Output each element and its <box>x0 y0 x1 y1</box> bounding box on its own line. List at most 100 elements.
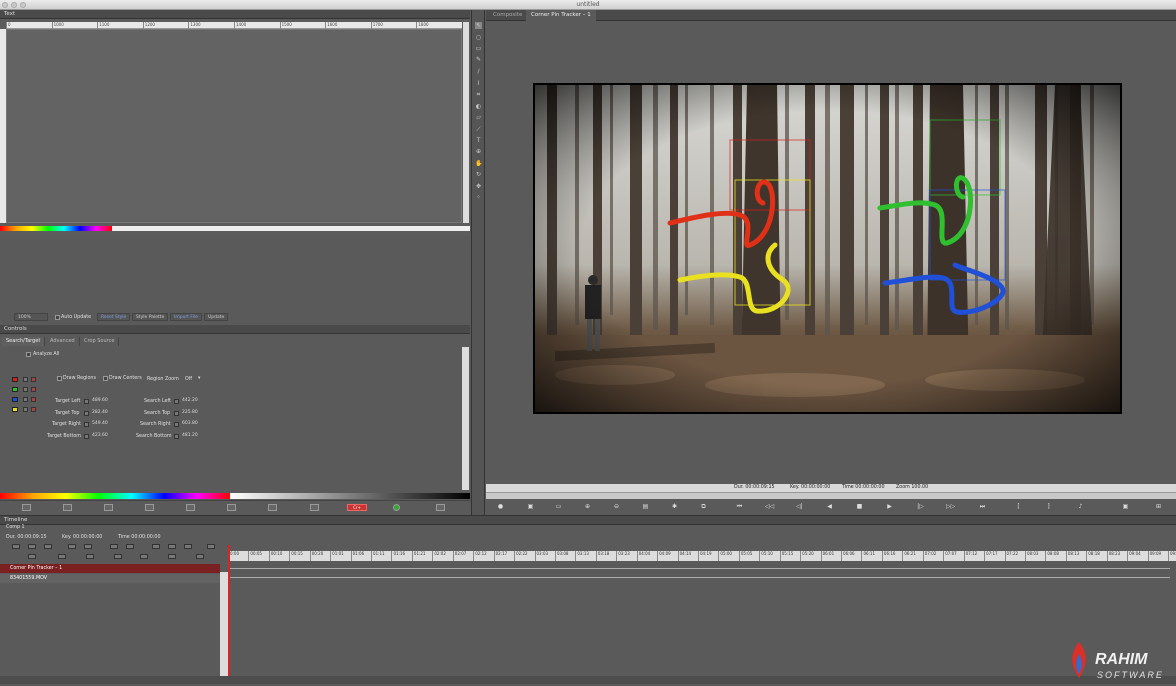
analyze-all-checkbox[interactable] <box>26 352 31 357</box>
controls-tab[interactable]: Controls <box>0 326 27 332</box>
text-tool-icon[interactable]: T <box>475 137 482 144</box>
crop-tool-icon[interactable]: ⌗ <box>475 91 482 98</box>
track-tool-icon[interactable] <box>68 544 76 549</box>
pen-tool-icon[interactable]: ✎ <box>475 56 482 63</box>
tab-crop-source[interactable]: Crop Source <box>80 337 120 346</box>
search-top-value[interactable]: 225.80 <box>182 410 198 415</box>
controls-grey-ramp[interactable] <box>230 493 470 499</box>
auto-update-checkbox[interactable] <box>55 315 60 320</box>
tracker-pin-icon[interactable] <box>23 387 28 392</box>
hand-tool-icon[interactable]: ✋ <box>475 160 482 167</box>
import-file-button[interactable]: Import File <box>170 313 202 321</box>
chevron-down-icon[interactable]: ▾ <box>198 376 200 381</box>
color-record-button[interactable]: Cr+ <box>347 504 367 511</box>
viewer-zoom[interactable]: Zoom 100.00 <box>896 484 928 492</box>
tracker-yellow-chip[interactable] <box>12 407 18 412</box>
tracker-pin-icon[interactable] <box>23 377 28 382</box>
target-bottom-slider[interactable] <box>84 434 89 439</box>
tracker-magnify-icon[interactable] <box>31 387 36 392</box>
stop-icon[interactable]: ■ <box>855 502 864 511</box>
zoom-tool-icon[interactable]: ⊕ <box>475 148 482 155</box>
monitor-icon[interactable] <box>310 504 319 511</box>
track-tool-icon[interactable] <box>207 544 215 549</box>
tracker-pin-icon[interactable] <box>23 397 28 402</box>
text-scrollbar[interactable] <box>463 22 469 223</box>
play-icon[interactable]: ▶ <box>885 502 894 511</box>
mask-icon[interactable] <box>145 504 154 511</box>
controls-scrollbar[interactable] <box>462 347 469 490</box>
safe-area-icon[interactable]: ▭ <box>554 502 563 511</box>
edit-icon[interactable] <box>268 504 277 511</box>
move-tool-icon[interactable]: ✥ <box>475 183 482 190</box>
search-bottom-slider[interactable] <box>174 434 179 439</box>
grid-icon[interactable] <box>22 504 31 511</box>
track-tool-icon[interactable] <box>110 544 118 549</box>
target-right-value[interactable]: 549.40 <box>92 421 108 426</box>
video-frame[interactable] <box>533 83 1122 414</box>
track-tool-icon[interactable] <box>86 554 94 559</box>
rotate-tool-icon[interactable]: ↻ <box>475 171 482 178</box>
tracker-magnify-icon[interactable] <box>31 397 36 402</box>
draw-regions-checkbox[interactable] <box>57 376 62 381</box>
track-tool-icon[interactable] <box>184 544 192 549</box>
viewer-scrub-bar[interactable] <box>486 492 1176 499</box>
channel-icon[interactable]: ▤ <box>641 502 650 511</box>
status-green-icon[interactable] <box>393 504 400 511</box>
timeline-ruler[interactable]: 0:00 00:05 00:10 00:15 00:20 01:01 01:06 01:11 0… <box>228 551 1176 561</box>
track-tool-icon[interactable] <box>44 544 52 549</box>
track-bar[interactable] <box>230 568 1170 569</box>
loop-icon[interactable]: ● <box>496 502 505 511</box>
points-tool-icon[interactable]: ⁘ <box>475 194 482 201</box>
tab-composite[interactable]: Composite <box>488 10 527 21</box>
search-right-value[interactable]: 603.80 <box>182 421 198 426</box>
comp-selector[interactable]: Comp 1 <box>6 525 25 530</box>
controls-color-spectrum[interactable] <box>0 493 230 499</box>
zoom-in-icon[interactable]: ⊕ <box>583 502 592 511</box>
rectangle-tool-icon[interactable]: ▭ <box>475 45 482 52</box>
track-tool-icon[interactable] <box>114 554 122 559</box>
target-bottom-value[interactable]: 423.60 <box>92 433 108 438</box>
track-tool-icon[interactable] <box>12 544 20 549</box>
track-tool-icon[interactable] <box>152 544 160 549</box>
search-bottom-value[interactable]: 481.20 <box>182 433 198 438</box>
target-top-slider[interactable] <box>84 411 89 416</box>
fill-tool-icon[interactable]: ◐ <box>475 103 482 110</box>
track-tool-icon[interactable] <box>28 554 36 559</box>
region-zoom-select[interactable]: Off <box>185 377 192 382</box>
layers-icon[interactable]: ⧉ <box>699 502 708 511</box>
target-right-slider[interactable] <box>84 422 89 427</box>
track-tool-icon[interactable] <box>84 544 92 549</box>
eraser-tool-icon[interactable]: ▱ <box>475 114 482 121</box>
track-footage[interactable]: 83401559.MOV <box>0 574 220 583</box>
text-color-spectrum[interactable] <box>0 226 112 231</box>
tracker-magnify-icon[interactable] <box>31 377 36 382</box>
prev-key-icon[interactable]: ◁◁ <box>765 502 774 511</box>
close-panel-icon[interactable] <box>436 504 445 511</box>
zoom-out-icon[interactable]: ⊖ <box>612 502 621 511</box>
tab-corner-pin-tracker[interactable]: Corner Pin Tracker – 1 <box>526 10 596 21</box>
brush-tool-icon[interactable]: ∕ <box>475 68 482 75</box>
go-end-icon[interactable]: ⏭ <box>978 502 987 511</box>
next-key-icon[interactable]: ▷▷ <box>946 502 955 511</box>
draw-centers-checkbox[interactable] <box>103 376 108 381</box>
style-palette-button[interactable]: Style Palette <box>132 313 169 321</box>
audio-icon[interactable]: ♪ <box>1076 502 1085 511</box>
search-top-slider[interactable] <box>174 411 179 416</box>
layer-icon[interactable] <box>63 504 72 511</box>
tracker-red-chip[interactable] <box>12 377 18 382</box>
next-frame-icon[interactable]: |▷ <box>916 502 925 511</box>
track-tool-icon[interactable] <box>168 544 176 549</box>
track-tool-icon[interactable] <box>140 554 148 559</box>
tab-search-target[interactable]: Search/Target <box>2 337 46 346</box>
prev-frame-icon[interactable]: ◁| <box>795 502 804 511</box>
update-button[interactable]: Update <box>204 313 229 321</box>
search-left-value[interactable]: 442.20 <box>182 398 198 403</box>
track-tool-icon[interactable] <box>196 554 204 559</box>
frame-icon[interactable] <box>104 504 113 511</box>
track-tool-icon[interactable] <box>28 544 36 549</box>
tracker-blue-chip[interactable] <box>12 397 18 402</box>
track-tool-icon[interactable] <box>58 554 66 559</box>
track-tool-icon[interactable] <box>126 544 134 549</box>
text-editor-canvas[interactable] <box>6 29 462 223</box>
reset-style-button[interactable]: Reset Style <box>97 313 131 321</box>
